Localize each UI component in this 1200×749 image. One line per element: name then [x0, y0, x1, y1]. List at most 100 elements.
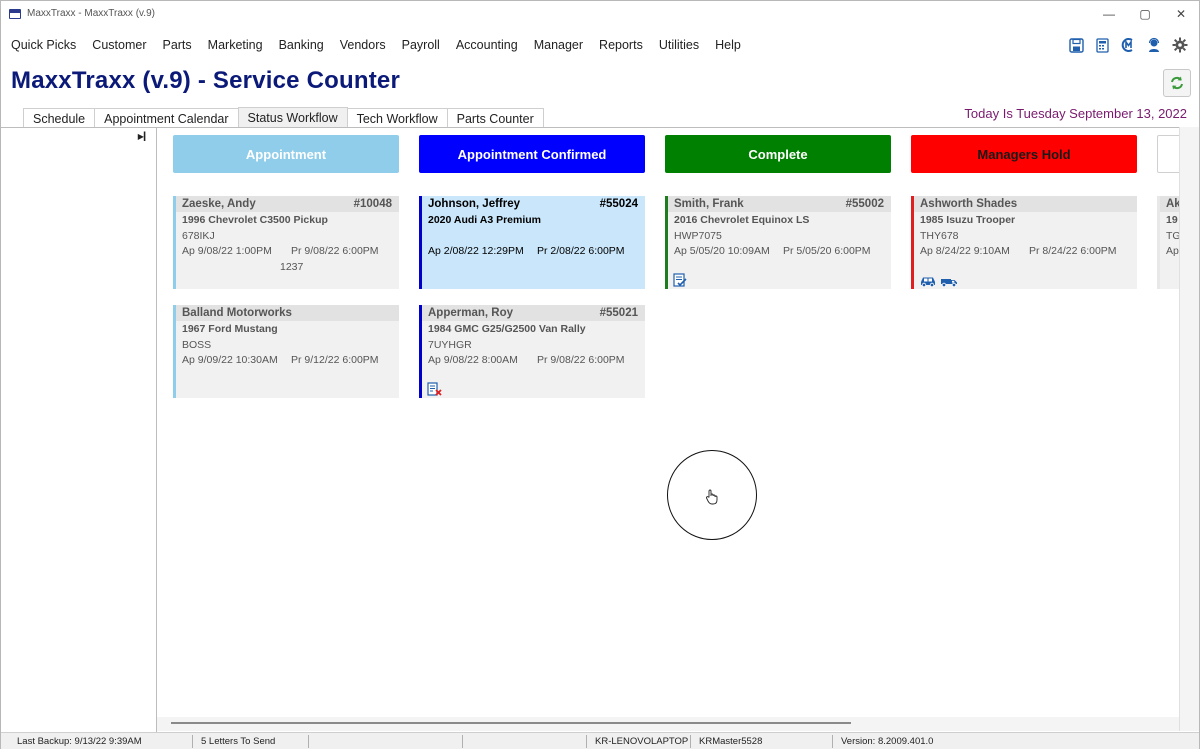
- license-plate: THY678: [920, 229, 959, 242]
- menu-payroll[interactable]: Payroll: [394, 38, 448, 52]
- minimize-button[interactable]: —: [1091, 1, 1127, 26]
- horizontal-scroll-thumb[interactable]: [171, 722, 851, 724]
- tab-tech-workflow[interactable]: Tech Workflow: [346, 108, 448, 128]
- customer-name: Apperman, Roy: [428, 307, 513, 319]
- horizontal-scrollbar[interactable]: [157, 717, 1179, 731]
- order-number: #55024: [599, 198, 638, 210]
- vertical-scrollbar[interactable]: [1179, 127, 1199, 731]
- order-number: #55021: [599, 307, 638, 319]
- version-info: Version: 8.2009.401.0: [841, 736, 934, 747]
- column-header-managers-hold[interactable]: Managers Hold: [911, 135, 1137, 173]
- status-bar: Last Backup: 9/13/22 9:39AM 5 Letters To…: [1, 732, 1199, 749]
- computer-name: KR-LENOVOLAPTOP: [589, 735, 691, 748]
- appointment-time: Ap 9/08/22 8:00AM: [428, 354, 518, 366]
- vehicle: 19: [1166, 214, 1178, 226]
- document-check-icon[interactable]: [673, 273, 687, 287]
- promised-time: Pr 9/12/22 6:00PM: [291, 354, 379, 366]
- appointment-time: Ap 9/08/22 1:00PM: [182, 245, 272, 257]
- license-plate: BOSS: [182, 338, 212, 351]
- car-icon[interactable]: [919, 275, 937, 287]
- calculator-icon[interactable]: [1093, 36, 1111, 54]
- vehicle: 1967 Ford Mustang: [182, 323, 278, 335]
- promised-time: Pr 2/08/22 6:00PM: [537, 245, 625, 257]
- hand-cursor-icon: [706, 489, 718, 505]
- vehicle: 1984 GMC G25/G2500 Van Rally: [428, 323, 586, 335]
- column-header-partial[interactable]: [1157, 135, 1179, 173]
- appointment-time: Ap 8/24/22 9:10AM: [920, 245, 1010, 257]
- column-header-appointment-confirmed[interactable]: Appointment Confirmed: [419, 135, 645, 173]
- menu-quick-picks[interactable]: Quick Picks: [1, 38, 84, 52]
- tab-parts-counter[interactable]: Parts Counter: [446, 108, 544, 128]
- vehicle: 1985 Isuzu Trooper: [920, 214, 1016, 226]
- document-error-icon[interactable]: [427, 382, 443, 396]
- menu-vendors[interactable]: Vendors: [332, 38, 394, 52]
- promised-time: Pr 9/08/22 6:00PM: [291, 245, 379, 257]
- status-empty-1: [311, 735, 463, 748]
- order-number: #10048: [353, 198, 392, 210]
- work-order-card[interactable]: Balland Motorworks 1967 Ford Mustang BOS…: [173, 305, 399, 398]
- app-icon: [9, 8, 21, 19]
- work-order-card[interactable]: Zaeske, Andy #10048 1996 Chevrolet C3500 …: [173, 196, 399, 289]
- customer-name: Ashworth Shades: [920, 198, 1018, 210]
- tab-schedule[interactable]: Schedule: [23, 108, 96, 128]
- appointment-time: Ap 9/09/22 10:30AM: [182, 354, 278, 366]
- refresh-button[interactable]: [1163, 69, 1191, 97]
- settings-gear-icon[interactable]: [1171, 36, 1189, 54]
- maximize-button[interactable]: ▢: [1127, 1, 1163, 26]
- menu-customer[interactable]: Customer: [84, 38, 154, 52]
- tab-status-workflow[interactable]: Status Workflow: [237, 107, 348, 128]
- tab-strip: Schedule Appointment Calendar Status Wor…: [23, 107, 544, 128]
- refresh-icon: [1171, 76, 1183, 90]
- menu-parts[interactable]: Parts: [154, 38, 199, 52]
- customer-name: Ak: [1166, 198, 1179, 210]
- vehicle: 1996 Chevrolet C3500 Pickup: [182, 214, 328, 226]
- menu-manager[interactable]: Manager: [526, 38, 591, 52]
- menu-marketing[interactable]: Marketing: [200, 38, 271, 52]
- promised-time: Pr 5/05/20 6:00PM: [783, 245, 871, 257]
- appointment-time: Ap 5/05/20 10:09AM: [674, 245, 770, 257]
- menu-reports[interactable]: Reports: [591, 38, 651, 52]
- work-order-card[interactable]: Ashworth Shades 1985 Isuzu Trooper THY67…: [911, 196, 1137, 289]
- menu-utilities[interactable]: Utilities: [651, 38, 707, 52]
- work-order-card[interactable]: Smith, Frank #55002 2016 Chevrolet Equino…: [665, 196, 891, 289]
- last-backup: Last Backup: 9/13/22 9:39AM: [11, 735, 193, 748]
- title-bar: MaxxTraxx - MaxxTraxx (v.9) — ▢ ✕: [1, 1, 1199, 26]
- customer-name: Johnson, Jeffrey: [428, 198, 521, 210]
- menu-bar: Quick Picks Customer Parts Marketing Ban…: [1, 31, 1199, 59]
- panel-expand-icon[interactable]: ▶▎: [138, 132, 150, 141]
- promised-time: Pr 9/08/22 6:00PM: [537, 354, 625, 366]
- close-button[interactable]: ✕: [1163, 1, 1199, 26]
- customer-name: Balland Motorworks: [182, 307, 292, 319]
- status-empty-2: [465, 735, 587, 748]
- content-area: ▶▎ Appointment Appointment Confirmed Com…: [1, 127, 1180, 732]
- appointment-time: Ap 2/08/22 12:29PM: [428, 245, 524, 257]
- work-order-card-partial[interactable]: Ak 19 TG Ap: [1157, 196, 1179, 289]
- column-header-appointment[interactable]: Appointment: [173, 135, 399, 173]
- letters-to-send[interactable]: 5 Letters To Send: [195, 735, 309, 748]
- license-plate: 7UYHGR: [428, 338, 472, 351]
- save-icon[interactable]: [1067, 36, 1085, 54]
- customer-name: Smith, Frank: [674, 198, 744, 210]
- work-order-card[interactable]: Apperman, Roy #55021 1984 GMC G25/G2500 V…: [419, 305, 645, 398]
- order-number: #55002: [845, 198, 884, 210]
- appointment-time: Ap: [1166, 245, 1179, 257]
- work-order-card-selected[interactable]: Johnson, Jeffrey #55024 2020 Audi A3 Prem…: [419, 196, 645, 289]
- maxxtraxx-logo-icon[interactable]: [1119, 36, 1137, 54]
- vehicle: 2016 Chevrolet Equinox LS: [674, 214, 810, 226]
- support-agent-icon[interactable]: [1145, 36, 1163, 54]
- menu-accounting[interactable]: Accounting: [448, 38, 526, 52]
- column-header-complete[interactable]: Complete: [665, 135, 891, 173]
- license-plate: [422, 228, 645, 244]
- tab-appointment-calendar[interactable]: Appointment Calendar: [94, 108, 239, 128]
- today-date: Today Is Tuesday September 13, 2022: [964, 106, 1187, 121]
- left-panel: ▶▎: [1, 128, 157, 732]
- window-title: MaxxTraxx - MaxxTraxx (v.9): [27, 8, 155, 19]
- card-extra-number: 1237: [280, 260, 304, 273]
- truck-icon[interactable]: [940, 275, 958, 287]
- customer-name: Zaeske, Andy: [182, 198, 256, 210]
- menu-help[interactable]: Help: [707, 38, 749, 52]
- license-plate: HWP7075: [674, 229, 722, 242]
- menu-banking[interactable]: Banking: [271, 38, 332, 52]
- vehicle: 2020 Audi A3 Premium: [428, 214, 542, 226]
- user-name: KRMaster5528: [693, 735, 833, 748]
